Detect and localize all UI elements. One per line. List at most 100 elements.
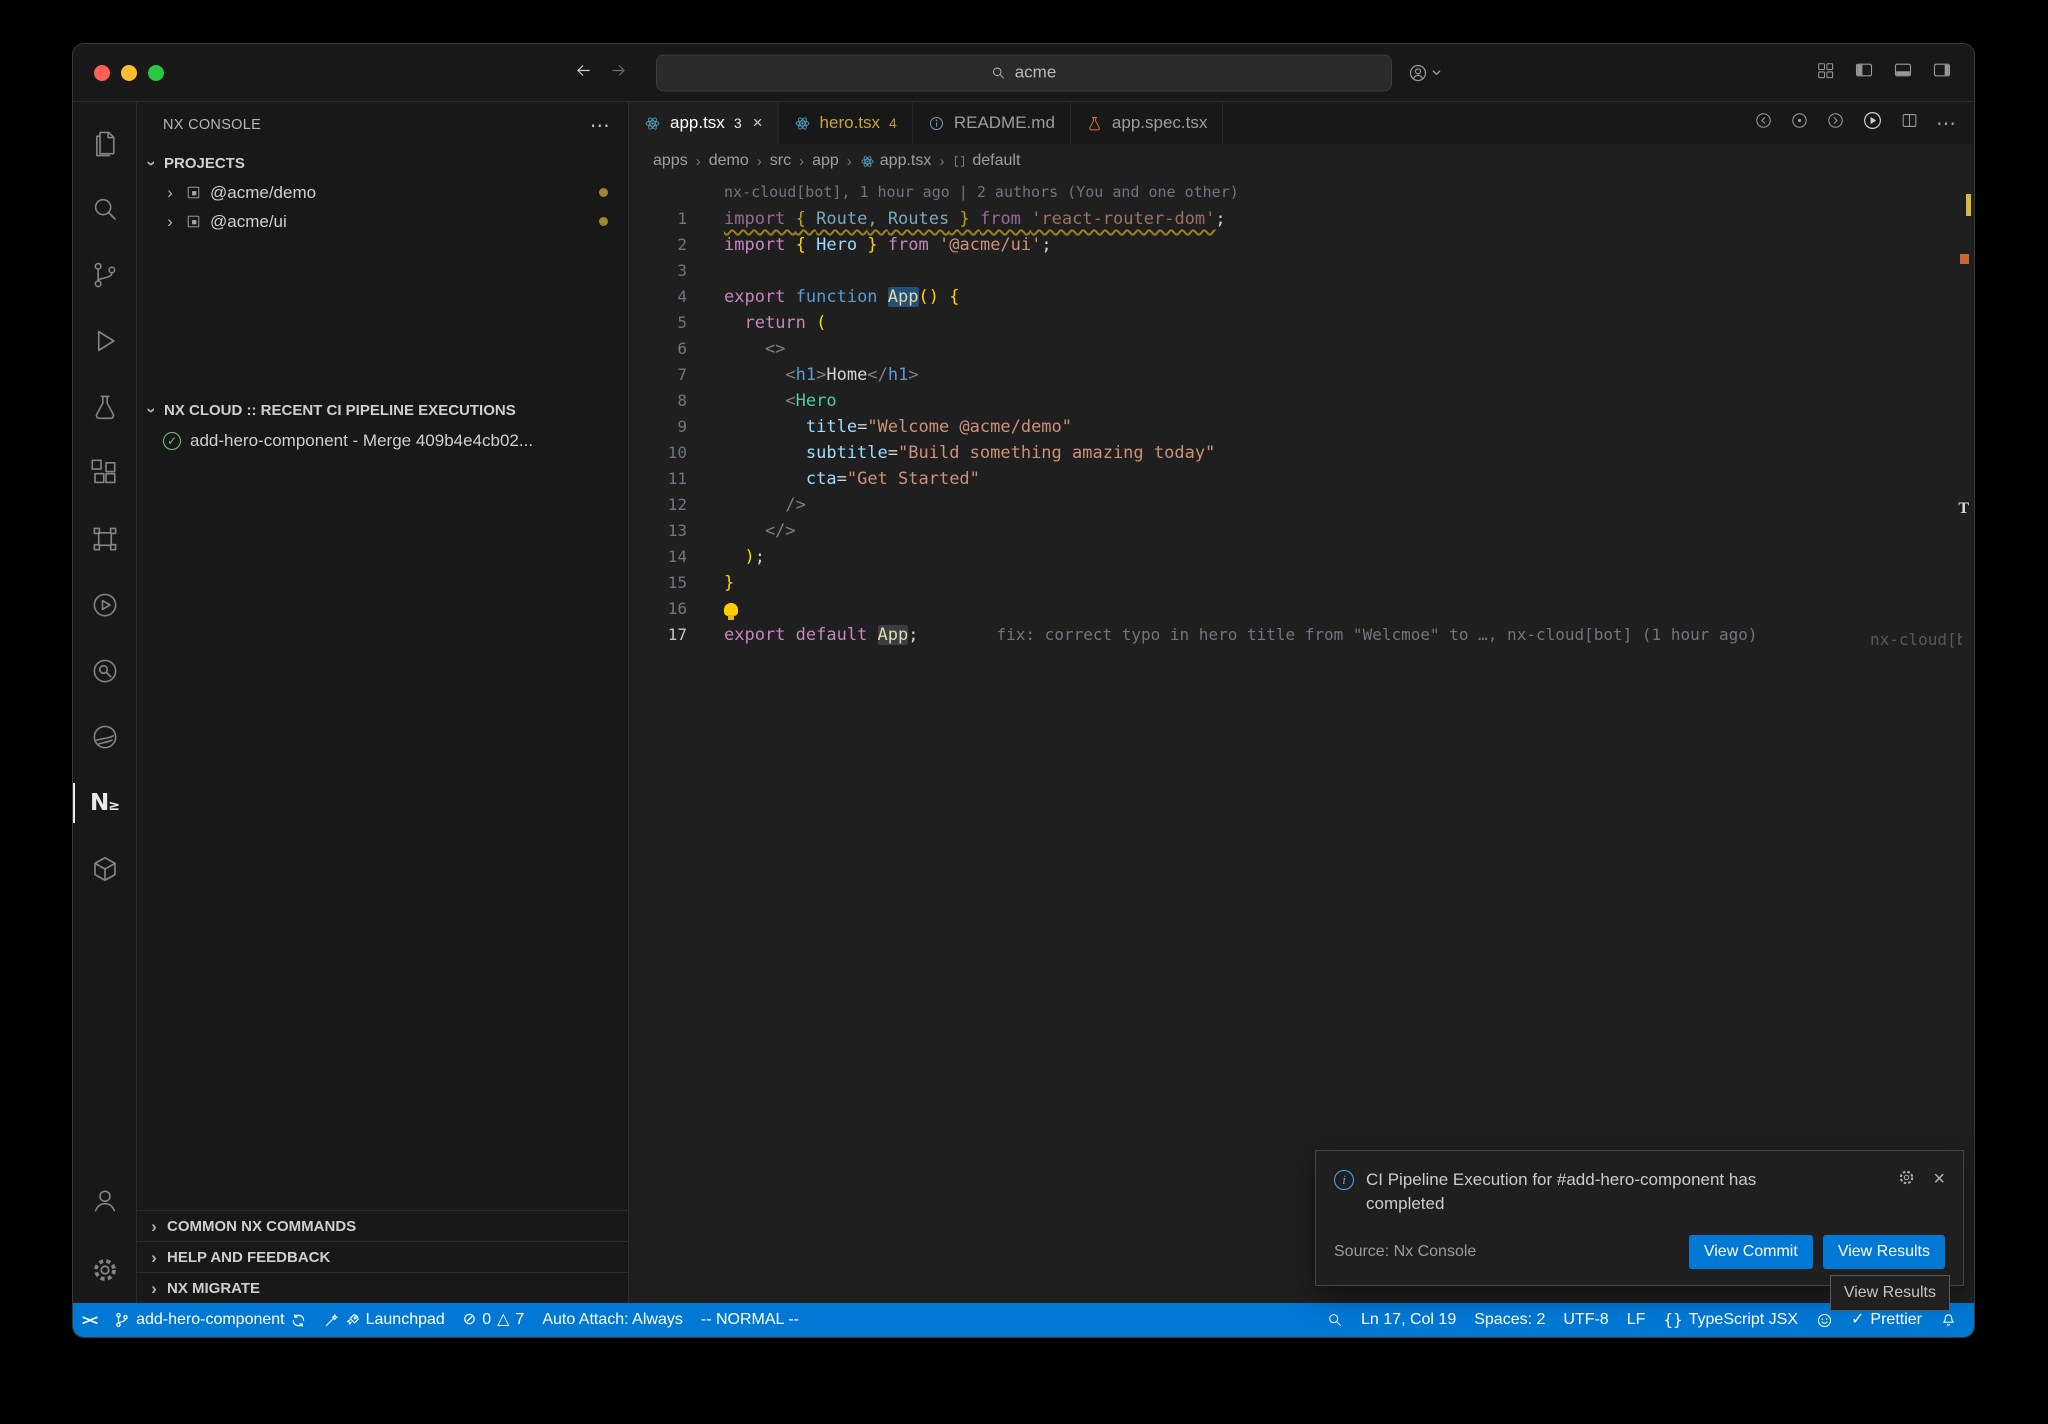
code-content[interactable]	[724, 596, 1974, 622]
code-content[interactable]: return (	[724, 310, 1974, 336]
pipeline-execution-item[interactable]: ✓ add-hero-component - Merge 409b4e4cb02…	[137, 425, 628, 456]
line-number[interactable]: 14	[629, 544, 724, 570]
line-number[interactable]: 5	[629, 310, 724, 336]
code-search-icon[interactable]	[73, 638, 137, 704]
minimize-window-button[interactable]	[121, 65, 137, 81]
edge-tools-icon[interactable]	[73, 704, 137, 770]
line-number[interactable]: 15	[629, 570, 724, 596]
cursor-position-status[interactable]: Ln 17, Col 19	[1352, 1303, 1465, 1337]
run-file-icon[interactable]	[1862, 110, 1883, 136]
code-line[interactable]: 1import { Route, Routes } from 'react-ro…	[629, 206, 1974, 232]
testing-icon[interactable]	[73, 374, 137, 440]
line-number[interactable]: 6	[629, 336, 724, 362]
profile-menu[interactable]	[1408, 63, 1442, 83]
code-line[interactable]: 6 <>	[629, 336, 1974, 362]
line-number[interactable]: 4	[629, 284, 724, 310]
auto-attach-status[interactable]: Auto Attach: Always	[533, 1303, 692, 1337]
code-line[interactable]: 14 );	[629, 544, 1974, 570]
encoding-status[interactable]: UTF-8	[1554, 1303, 1617, 1337]
line-number[interactable]: 16	[629, 596, 724, 622]
lightbulb-icon[interactable]	[724, 603, 738, 616]
tab-app-tsx[interactable]: app.tsx 3 ×	[629, 102, 779, 144]
view-commit-button[interactable]: View Commit	[1689, 1235, 1813, 1269]
code-content[interactable]: <Hero	[724, 388, 1974, 414]
code-content[interactable]: import { Hero } from '@acme/ui';	[724, 232, 1974, 258]
code-line[interactable]: 8 <Hero	[629, 388, 1974, 414]
breadcrumb-item[interactable]: apps	[653, 152, 688, 170]
code-editor[interactable]: nx-cloud[bot], 1 hour ago | 2 authors (Y…	[629, 178, 1974, 1303]
history-back-button[interactable]	[574, 61, 593, 85]
section-nx-cloud[interactable]: › NX CLOUD :: RECENT CI PIPELINE EXECUTI…	[137, 395, 628, 425]
code-line[interactable]: 17export default App;fix: correct typo i…	[629, 622, 1974, 648]
problems-status[interactable]: ⊘ 0 △ 7	[454, 1303, 534, 1337]
split-editor-icon[interactable]	[1900, 111, 1919, 135]
notification-close-icon[interactable]: ×	[1933, 1168, 1945, 1191]
code-line[interactable]: 11 cta="Get Started"	[629, 466, 1974, 492]
tab-app-spec-tsx[interactable]: app.spec.tsx	[1071, 102, 1223, 144]
code-line[interactable]: 10 subtitle="Build something amazing tod…	[629, 440, 1974, 466]
line-number[interactable]: 1	[629, 206, 724, 232]
close-window-button[interactable]	[94, 65, 110, 81]
code-content[interactable]: cta="Get Started"	[724, 466, 1974, 492]
code-content[interactable]	[724, 258, 1974, 284]
explorer-icon[interactable]	[73, 110, 137, 176]
code-content[interactable]: import { Route, Routes } from 'react-rou…	[724, 206, 1974, 232]
code-line[interactable]: 13 </>	[629, 518, 1974, 544]
breadcrumb-item[interactable]: demo	[709, 152, 749, 170]
code-content[interactable]: </>	[724, 518, 1974, 544]
breadcrumb-item[interactable]: src	[770, 152, 791, 170]
notification-settings-gear-icon[interactable]	[1897, 1168, 1916, 1192]
infrastructure-icon[interactable]	[73, 506, 137, 572]
line-number[interactable]: 8	[629, 388, 724, 414]
customize-layout-icon[interactable]	[1816, 61, 1835, 85]
section-nx-migrate[interactable]: › NX MIGRATE	[137, 1272, 628, 1303]
code-line[interactable]: 15}	[629, 570, 1974, 596]
line-number[interactable]: 13	[629, 518, 724, 544]
code-content[interactable]: <>	[724, 336, 1974, 362]
run-debug-icon[interactable]	[73, 308, 137, 374]
nav-forward-icon[interactable]	[1826, 111, 1845, 135]
code-line[interactable]: 4export function App() {	[629, 284, 1974, 310]
nx-console-icon[interactable]: N≥	[73, 770, 137, 836]
project-item-acme-demo[interactable]: › @acme/demo	[137, 178, 628, 207]
launchpad-status[interactable]: Launchpad	[315, 1303, 454, 1337]
section-projects[interactable]: › PROJECTS	[137, 148, 628, 178]
line-number[interactable]: 11	[629, 466, 724, 492]
code-line[interactable]: 5 return (	[629, 310, 1974, 336]
target-icon[interactable]	[1790, 111, 1809, 135]
code-line[interactable]: 7 <h1>Home</h1>	[629, 362, 1974, 388]
code-line[interactable]: 3	[629, 258, 1974, 284]
section-common-nx-commands[interactable]: › COMMON NX COMMANDS	[137, 1210, 628, 1241]
command-center-search[interactable]: acme	[656, 54, 1392, 91]
code-content[interactable]: }	[724, 570, 1974, 596]
play-circle-icon[interactable]	[73, 572, 137, 638]
tab-hero-tsx[interactable]: hero.tsx 4	[779, 102, 913, 144]
line-number[interactable]: 2	[629, 232, 724, 258]
code-content[interactable]: );	[724, 544, 1974, 570]
project-item-acme-ui[interactable]: › @acme/ui	[137, 207, 628, 236]
tab-readme-md[interactable]: README.md	[913, 102, 1071, 144]
package-icon[interactable]	[73, 836, 137, 902]
code-line[interactable]: 16	[629, 596, 1974, 622]
history-forward-button[interactable]	[609, 61, 628, 85]
code-content[interactable]: <h1>Home</h1>	[724, 362, 1974, 388]
more-actions-icon[interactable]: ⋯	[1936, 111, 1956, 136]
source-control-icon[interactable]	[73, 242, 137, 308]
code-content[interactable]: />	[724, 492, 1974, 518]
close-icon[interactable]: ×	[753, 113, 763, 133]
toggle-secondary-sidebar-icon[interactable]	[1932, 60, 1952, 85]
code-line[interactable]: 9 title="Welcome @acme/demo"	[629, 414, 1974, 440]
extensions-icon[interactable]	[73, 440, 137, 506]
code-content[interactable]: title="Welcome @acme/demo"	[724, 414, 1974, 440]
line-number[interactable]: 12	[629, 492, 724, 518]
breadcrumb-item-symbol[interactable]: default	[952, 152, 1020, 170]
code-content[interactable]: subtitle="Build something amazing today"	[724, 440, 1974, 466]
toggle-sidebar-icon[interactable]	[1854, 60, 1874, 85]
line-number[interactable]: 3	[629, 258, 724, 284]
accounts-icon[interactable]	[73, 1171, 137, 1237]
vim-mode-status[interactable]: -- NORMAL --	[692, 1303, 808, 1337]
language-mode-status[interactable]: {} TypeScript JSX	[1654, 1303, 1807, 1337]
toggle-panel-icon[interactable]	[1893, 60, 1913, 85]
code-line[interactable]: 12 />	[629, 492, 1974, 518]
settings-gear-icon[interactable]	[73, 1237, 137, 1303]
